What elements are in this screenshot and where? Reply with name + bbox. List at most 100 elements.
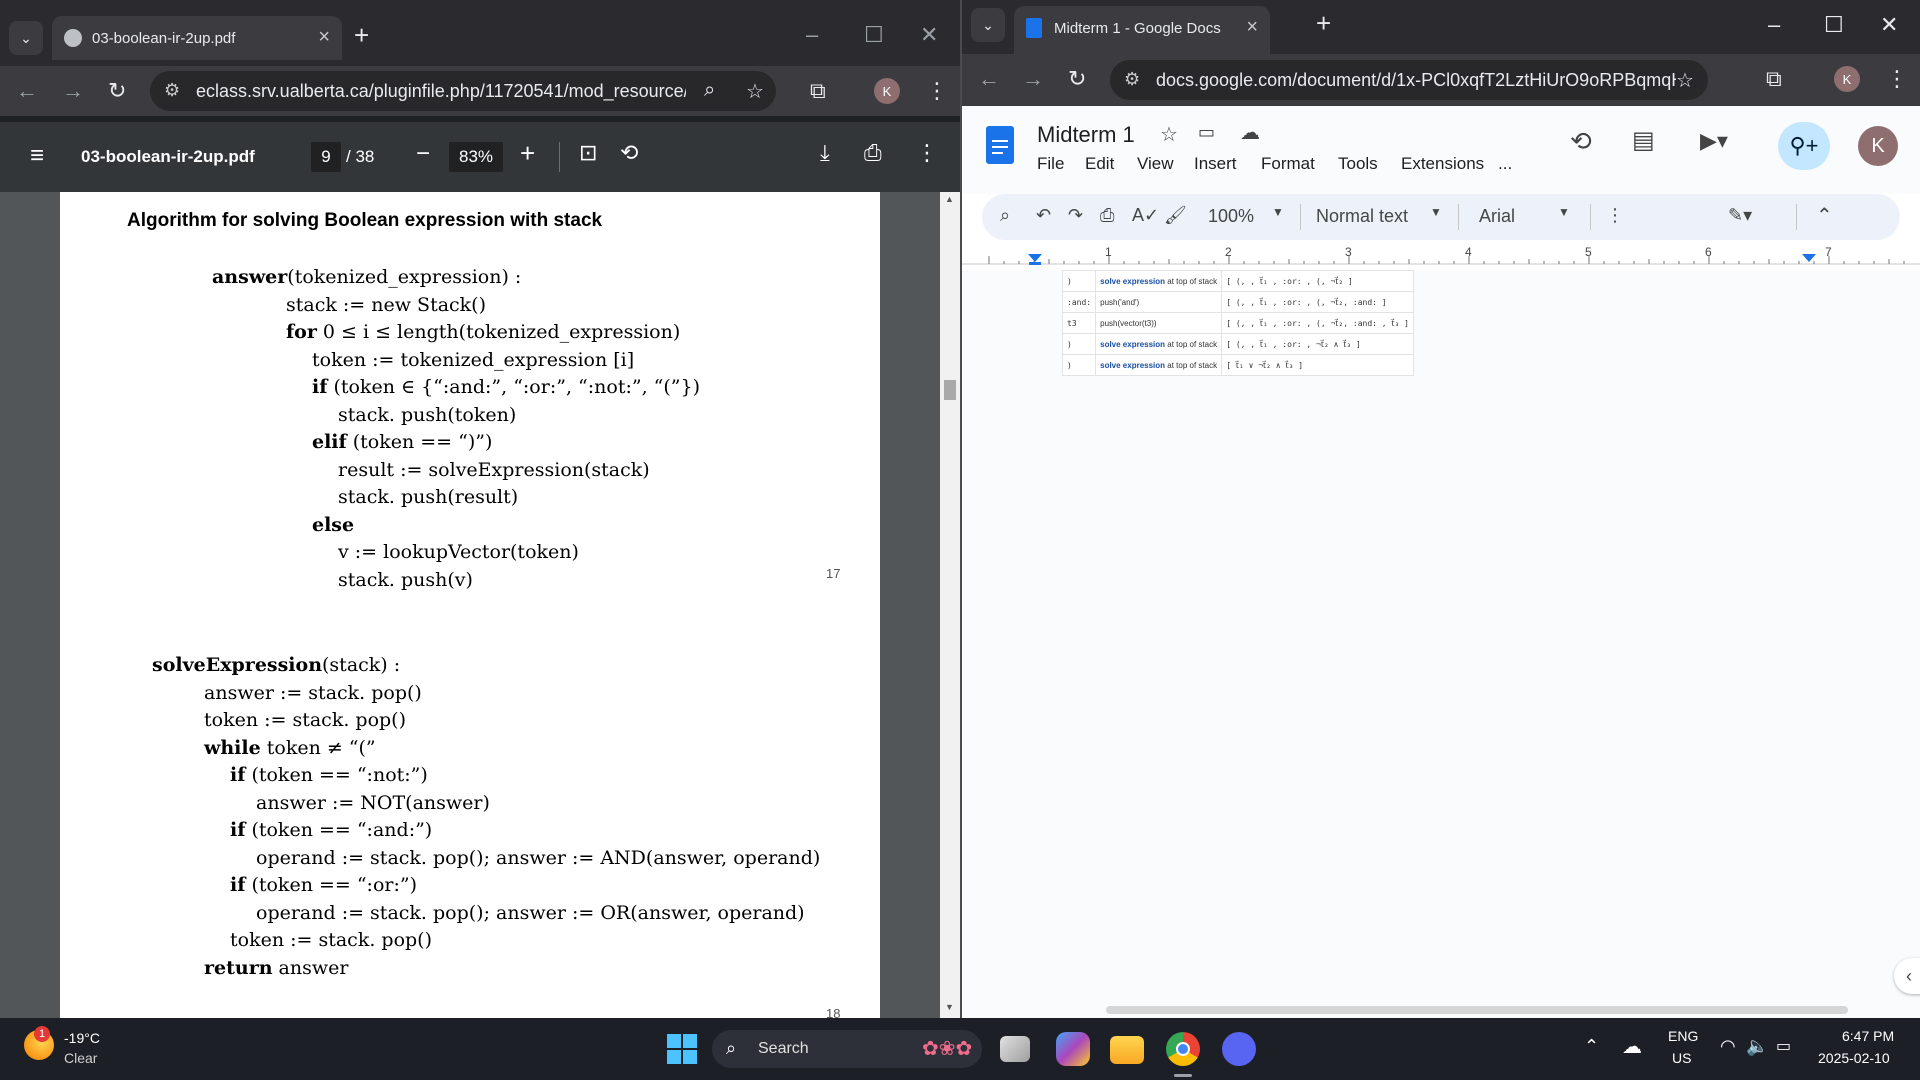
tab-docs[interactable]: Midterm 1 - Google Docs × bbox=[1014, 6, 1270, 54]
more-options-icon[interactable]: ⋮ bbox=[916, 140, 938, 166]
chrome-icon[interactable] bbox=[1166, 1032, 1200, 1066]
docs-logo-icon[interactable] bbox=[986, 126, 1014, 164]
copilot-icon[interactable] bbox=[1056, 1032, 1090, 1066]
maximize-icon[interactable]: ☐ bbox=[864, 22, 884, 48]
close-window-icon[interactable]: ✕ bbox=[920, 22, 938, 48]
windows-start-icon[interactable] bbox=[667, 1034, 697, 1064]
pdf-viewport[interactable]: Algorithm for solving Boolean expression… bbox=[0, 192, 940, 1018]
undo-icon[interactable]: ↶ bbox=[1036, 205, 1051, 226]
zoom-select[interactable]: 100% bbox=[1208, 206, 1254, 227]
taskbar-search-box[interactable]: ⌕ Search ✿❀✿ bbox=[712, 1030, 982, 1068]
font-select[interactable]: Arial bbox=[1479, 206, 1515, 227]
editing-mode-icon[interactable]: ✎▾ bbox=[1728, 205, 1752, 226]
menu-insert[interactable]: Insert bbox=[1194, 154, 1237, 174]
new-tab-button[interactable]: + bbox=[1316, 8, 1331, 39]
zoom-chevron-icon[interactable]: ▼ bbox=[1272, 205, 1284, 219]
profile-avatar[interactable]: K bbox=[874, 78, 900, 104]
fit-page-icon[interactable]: ⊡ bbox=[579, 140, 597, 166]
style-chevron-icon[interactable]: ▼ bbox=[1430, 205, 1442, 219]
menu-file[interactable]: File bbox=[1037, 154, 1064, 174]
reload-icon[interactable]: ↻ bbox=[1068, 66, 1086, 92]
page-number-input[interactable]: 9 bbox=[311, 142, 341, 172]
language-bottom[interactable]: US bbox=[1672, 1050, 1691, 1066]
file-explorer-icon[interactable] bbox=[1110, 1036, 1144, 1064]
star-icon[interactable]: ☆ bbox=[1160, 122, 1178, 147]
meet-camera-icon[interactable]: ▶▾ bbox=[1700, 128, 1728, 154]
browser-menu-icon[interactable]: ⋮ bbox=[926, 78, 948, 104]
pdf-scrollbar[interactable]: ▲ ▼ bbox=[940, 192, 960, 1018]
show-hidden-icons[interactable]: ⌃ bbox=[1584, 1036, 1599, 1057]
menu-more[interactable]: ... bbox=[1498, 154, 1512, 174]
back-icon[interactable]: ← bbox=[978, 66, 1000, 92]
discord-icon[interactable] bbox=[1222, 1032, 1256, 1066]
search-icon[interactable]: ⌕ bbox=[704, 79, 715, 102]
download-icon[interactable]: ⤓ bbox=[820, 140, 830, 166]
menu-format[interactable]: Format bbox=[1261, 154, 1315, 174]
tab-pdf[interactable]: 03-boolean-ir-2up.pdf × bbox=[52, 16, 342, 60]
redo-icon[interactable]: ↷ bbox=[1068, 205, 1083, 226]
doc-title[interactable]: Midterm 1 bbox=[1037, 122, 1135, 148]
close-tab-icon[interactable]: × bbox=[1246, 16, 1258, 39]
forward-icon[interactable]: → bbox=[62, 78, 84, 104]
minimize-icon[interactable]: – bbox=[806, 22, 818, 48]
tab-search-button[interactable]: ⌄ bbox=[971, 8, 1005, 42]
share-button[interactable]: ⚲+ bbox=[1778, 122, 1830, 170]
new-tab-button[interactable]: + bbox=[354, 20, 369, 51]
document-canvas[interactable]: ) solve expression at top of stack[ (, , … bbox=[962, 270, 1920, 1018]
scroll-up-icon[interactable]: ▲ bbox=[945, 194, 954, 204]
print-icon[interactable]: ⎙ bbox=[864, 140, 882, 166]
cloud-status-icon[interactable]: ☁ bbox=[1240, 120, 1260, 145]
hamburger-menu-icon[interactable]: ≡ bbox=[30, 142, 44, 170]
site-settings-icon[interactable]: ⚙ bbox=[1124, 69, 1140, 90]
maximize-icon[interactable]: ☐ bbox=[1824, 12, 1844, 38]
zoom-input[interactable]: 83% bbox=[449, 142, 503, 172]
clock-date[interactable]: 2025-02-10 bbox=[1818, 1050, 1890, 1066]
bookmark-star-icon[interactable]: ☆ bbox=[1676, 68, 1694, 93]
zoom-in-icon[interactable]: + bbox=[520, 138, 535, 169]
comments-icon[interactable]: ▤ bbox=[1632, 126, 1655, 155]
font-chevron-icon[interactable]: ▼ bbox=[1558, 205, 1570, 219]
forward-icon[interactable]: → bbox=[1022, 66, 1044, 92]
spellcheck-icon[interactable]: A✓ bbox=[1132, 205, 1159, 226]
profile-avatar[interactable]: K bbox=[1834, 66, 1860, 92]
volume-icon[interactable]: 🔈 bbox=[1746, 1036, 1768, 1057]
wifi-icon[interactable]: ◠ bbox=[1720, 1036, 1736, 1057]
menu-extensions[interactable]: Extensions bbox=[1401, 154, 1484, 174]
zoom-out-icon[interactable]: − bbox=[416, 140, 430, 168]
minimize-icon[interactable]: – bbox=[1768, 12, 1780, 38]
menu-view[interactable]: View bbox=[1137, 154, 1174, 174]
hide-menus-icon[interactable]: ⌃ bbox=[1816, 203, 1833, 228]
print-icon[interactable]: ⎙ bbox=[1100, 205, 1114, 226]
close-window-icon[interactable]: ✕ bbox=[1880, 12, 1898, 38]
address-bar[interactable]: ⚙ docs.google.com/document/d/1x-PCl0xqfT… bbox=[1110, 60, 1708, 100]
paragraph-style-select[interactable]: Normal text bbox=[1316, 206, 1408, 227]
scroll-down-icon[interactable]: ▼ bbox=[945, 1002, 954, 1012]
tab-search-button[interactable]: ⌄ bbox=[9, 21, 43, 55]
extensions-icon[interactable]: ⧉ bbox=[1766, 66, 1782, 92]
horizontal-scrollbar[interactable] bbox=[1106, 1006, 1848, 1014]
weather-description[interactable]: Clear bbox=[64, 1050, 97, 1066]
task-view-icon[interactable] bbox=[1000, 1036, 1030, 1062]
search-menus-icon[interactable]: ⌕ bbox=[1000, 205, 1010, 226]
scrollbar-thumb[interactable] bbox=[944, 380, 956, 400]
move-folder-icon[interactable]: ▭ bbox=[1198, 122, 1215, 143]
back-icon[interactable]: ← bbox=[16, 78, 38, 104]
horizontal-ruler[interactable]: 1 2 3 4 5 6 7 bbox=[962, 246, 1920, 270]
account-avatar[interactable]: K bbox=[1858, 126, 1898, 166]
extensions-icon[interactable]: ⧉ bbox=[810, 78, 826, 104]
cloud-sync-icon[interactable]: ☁ bbox=[1622, 1034, 1642, 1059]
paint-format-icon[interactable]: 🖌 bbox=[1164, 205, 1187, 226]
browser-menu-icon[interactable]: ⋮ bbox=[1886, 66, 1908, 92]
menu-tools[interactable]: Tools bbox=[1338, 154, 1378, 174]
bookmark-star-icon[interactable]: ☆ bbox=[746, 79, 764, 104]
address-bar[interactable]: ⚙ eclass.srv.ualberta.ca/pluginfile.php/… bbox=[150, 71, 776, 111]
weather-temperature[interactable]: -19°C bbox=[64, 1030, 100, 1046]
reload-icon[interactable]: ↻ bbox=[108, 78, 126, 104]
rotate-icon[interactable]: ⟲ bbox=[620, 140, 638, 166]
language-top[interactable]: ENG bbox=[1668, 1028, 1698, 1044]
menu-edit[interactable]: Edit bbox=[1085, 154, 1114, 174]
site-settings-icon[interactable]: ⚙ bbox=[164, 80, 180, 101]
clock-time[interactable]: 6:47 PM bbox=[1842, 1028, 1894, 1044]
battery-icon[interactable]: ▭ bbox=[1776, 1036, 1791, 1056]
side-panel-toggle[interactable]: ‹ bbox=[1894, 958, 1920, 994]
